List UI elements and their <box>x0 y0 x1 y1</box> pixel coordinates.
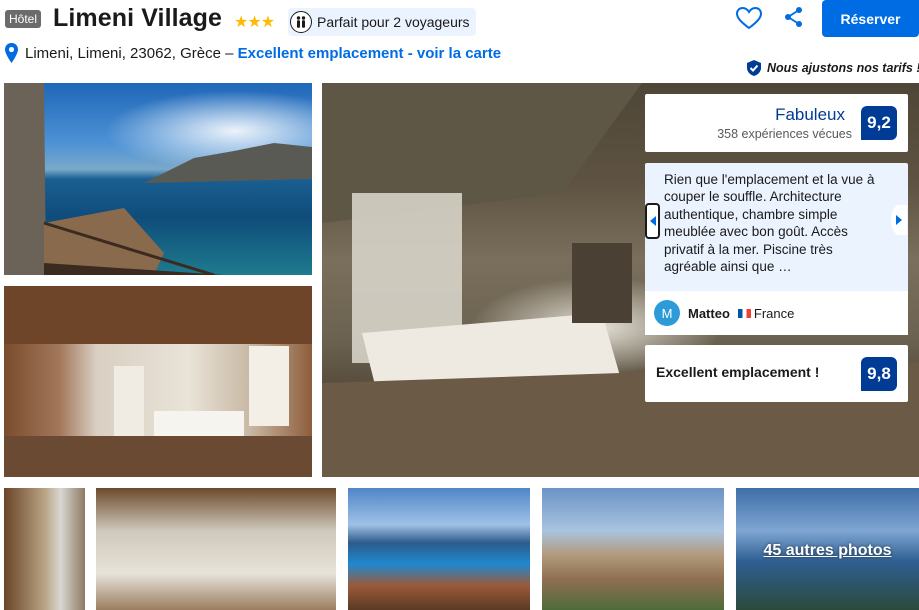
address-text: Limeni, Limeni, 23062, Grèce – <box>25 45 238 62</box>
hotel-name: Limeni Village <box>53 4 223 32</box>
reviewer-country: France <box>737 305 795 321</box>
france-flag-icon <box>737 308 751 318</box>
people-icon <box>290 11 312 33</box>
address-line: Limeni, Limeni, 23062, Grèce – Excellent… <box>25 45 501 62</box>
travel-badge-label: Parfait pour 2 voyageurs <box>317 14 470 30</box>
location-pin-icon <box>4 42 19 64</box>
photo-village[interactable] <box>542 488 724 610</box>
more-photos-link[interactable]: 45 autres photos <box>736 542 919 560</box>
price-match-note[interactable]: Nous ajustons nos tarifs ! <box>745 59 919 77</box>
avatar: M <box>654 300 680 326</box>
chevron-right-icon[interactable] <box>891 205 907 235</box>
hotel-header-page: Hôtel Limeni Village ★★★ Parfait pour 2 … <box>0 0 919 610</box>
review-card: Rien que l'emplacement et la vue à coupe… <box>645 163 908 335</box>
photo-bathroom[interactable] <box>4 488 85 610</box>
chevron-left-icon[interactable] <box>645 203 660 239</box>
rating-score-badge: 9,2 <box>861 106 897 140</box>
share-icon[interactable] <box>783 6 805 28</box>
map-link[interactable]: Excellent emplacement - voir la carte <box>238 45 501 62</box>
check-shield-icon <box>747 60 761 76</box>
rating-card[interactable]: Fabuleux 358 expériences vécues 9,2 <box>645 94 908 152</box>
reviewer-name: Matteo <box>688 305 730 321</box>
price-note-text: Nous ajustons nos tarifs ! <box>767 61 919 75</box>
location-score-card[interactable]: Excellent emplacement ! 9,8 <box>645 345 908 402</box>
star-rating: ★★★ <box>234 14 275 31</box>
heart-icon[interactable] <box>735 6 763 30</box>
review-count: 358 expériences vécues <box>717 127 852 141</box>
reserve-button[interactable]: Réserver <box>822 0 919 37</box>
photo-pool[interactable] <box>348 488 530 610</box>
rating-word: Fabuleux <box>775 105 845 124</box>
photo-bedroom-2[interactable] <box>96 488 336 610</box>
property-type-badge: Hôtel <box>5 10 42 28</box>
reviewer-info: M Matteo France <box>645 291 908 335</box>
location-score-badge: 9,8 <box>861 357 897 391</box>
review-text: Rien que l'emplacement et la vue à coupe… <box>664 172 875 275</box>
location-score-label: Excellent emplacement ! <box>656 364 820 380</box>
travel-badge: Parfait pour 2 voyageurs <box>288 8 476 36</box>
photo-sea-view[interactable] <box>4 83 312 275</box>
photo-bedroom[interactable] <box>4 286 312 477</box>
photo-more[interactable]: 45 autres photos <box>736 488 919 610</box>
reviewer-country-label: France <box>753 305 795 321</box>
